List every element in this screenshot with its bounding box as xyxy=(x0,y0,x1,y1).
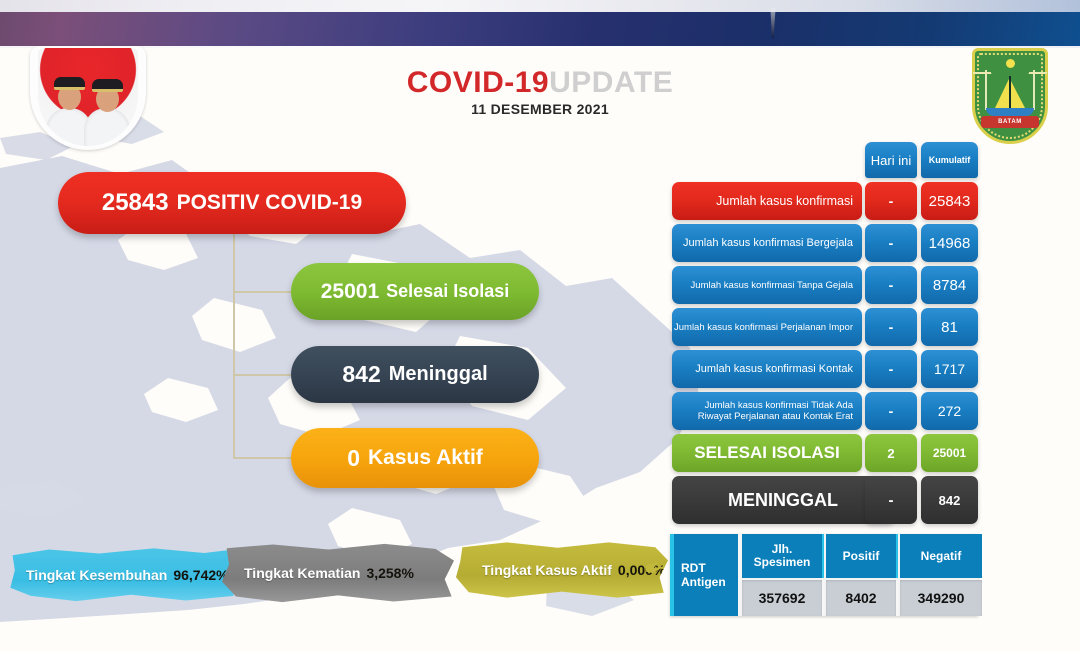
table-row[interactable]: Jumlah kasus konfirmasi Tidak Ada Riwaya… xyxy=(672,392,978,430)
rdt-value-positive: 8402 xyxy=(826,580,898,616)
active-rate-banner: Tingkat Kasus Aktif 0,000% xyxy=(456,542,668,598)
stat-row-cumulative: 14968 xyxy=(921,224,978,262)
banner-streak xyxy=(770,8,776,38)
stat-row-today: 2 xyxy=(865,434,917,472)
rdt-column-header-positive: Positif xyxy=(826,534,898,578)
page-title-primary: COVID-19 xyxy=(406,66,550,99)
summary-card-deaths-label: Meninggal xyxy=(388,363,488,385)
stat-row-label: MENINGGAL xyxy=(672,476,894,524)
stat-row-today: - xyxy=(865,266,917,304)
recovery-rate-value: 96,742% xyxy=(173,567,229,583)
stat-row-today: - xyxy=(865,392,917,430)
summary-card-active-value: 0 xyxy=(347,444,361,471)
stat-row-cumulative: 25843 xyxy=(921,182,978,220)
stat-row-label: Jumlah kasus konfirmasi Tidak Ada Riwaya… xyxy=(672,392,862,430)
stat-row-cumulative: 25001 xyxy=(921,434,978,472)
table-row[interactable]: Jumlah kasus konfirmasi Tanpa Gejala - 8… xyxy=(672,266,978,304)
stat-row-label: Jumlah kasus konfirmasi xyxy=(672,182,862,220)
stat-row-cumulative: 1717 xyxy=(921,350,978,388)
summary-card-deaths-value: 842 xyxy=(342,361,381,387)
stat-row-label: SELESAI ISOLASI xyxy=(672,434,862,472)
rdt-value-specimens: 357692 xyxy=(742,580,824,616)
recovery-rate-banner: Tingkat Kesembuhan 96,742% xyxy=(10,548,234,602)
banner-highlight xyxy=(0,0,1080,12)
page-title: COVID-19UPDATE xyxy=(0,66,1080,100)
stat-row-cumulative: 81 xyxy=(921,308,978,346)
rdt-value-negative: 349290 xyxy=(900,580,982,616)
death-rate-label: Tingkat Kematian xyxy=(244,565,361,581)
table-row[interactable]: Jumlah kasus konfirmasi Perjalanan Impor… xyxy=(672,308,978,346)
summary-card-active[interactable]: 0 Kasus Aktif xyxy=(291,428,539,488)
summary-card-deaths[interactable]: 842 Meninggal xyxy=(291,346,539,403)
stat-table-header-row: Hari ini Kumulatif xyxy=(672,142,978,178)
summary-card-positive[interactable]: 25843 POSITIV COVID-19 xyxy=(58,172,406,234)
active-rate-value: 0,000% xyxy=(617,562,666,578)
stat-row-cumulative: 8784 xyxy=(921,266,978,304)
stat-row-label: Jumlah kasus konfirmasi Kontak xyxy=(672,350,862,388)
summary-card-recovered-value: 25001 xyxy=(320,279,380,303)
active-rate-label: Tingkat Kasus Aktif xyxy=(482,562,612,578)
connector-branch-active xyxy=(233,457,291,459)
connector-branch-deaths xyxy=(233,374,291,376)
rdt-row-name: RDT Antigen xyxy=(674,534,740,616)
stat-row-today: - xyxy=(865,476,917,524)
stat-row-today: - xyxy=(865,308,917,346)
stat-row-cumulative: 842 xyxy=(921,476,978,524)
page-title-secondary: UPDATE xyxy=(549,66,674,99)
stat-table: Hari ini Kumulatif Jumlah kasus konfirma… xyxy=(672,142,978,528)
stat-row-label: Jumlah kasus konfirmasi Perjalanan Impor xyxy=(672,308,862,346)
summary-card-active-label: Kasus Aktif xyxy=(368,446,483,469)
recovery-rate-label: Tingkat Kesembuhan xyxy=(26,567,168,583)
table-row[interactable]: Jumlah kasus konfirmasi - 25843 xyxy=(672,182,978,220)
dashboard-root: BATAM COVID-19UPDATE 11 DESEMBER 2021 25… xyxy=(0,0,1080,652)
page-date: 11 DESEMBER 2021 xyxy=(471,101,609,117)
stat-header-cumulative: Kumulatif xyxy=(921,142,978,178)
death-rate-value: 3,258% xyxy=(366,565,414,581)
summary-card-positive-label: POSITIV COVID-19 xyxy=(176,191,363,214)
stat-row-label: Jumlah kasus konfirmasi Tanpa Gejala xyxy=(672,266,862,304)
table-row[interactable]: MENINGGAL - 842 xyxy=(672,476,978,524)
stat-row-today: - xyxy=(865,182,917,220)
connector-vertical xyxy=(233,233,235,458)
stat-row-today: - xyxy=(865,350,917,388)
connector-branch-recovered xyxy=(233,291,291,293)
table-row[interactable]: Jumlah kasus konfirmasi Kontak - 1717 xyxy=(672,350,978,388)
summary-card-positive-value: 25843 xyxy=(101,189,169,216)
stat-row-label: Jumlah kasus konfirmasi Bergejala xyxy=(672,224,862,262)
stat-row-today: - xyxy=(865,224,917,262)
stat-row-cumulative: 272 xyxy=(921,392,978,430)
table-row[interactable]: SELESAI ISOLASI 2 25001 xyxy=(672,434,978,472)
death-rate-banner: Tingkat Kematian 3,258% xyxy=(222,543,454,603)
rdt-antigen-table: RDT Antigen Jlh. Spesimen Positif Negati… xyxy=(670,534,982,616)
rdt-column-header-specimens: Jlh. Spesimen xyxy=(742,534,824,578)
crest-ribbon-label: BATAM xyxy=(981,116,1039,128)
summary-card-recovered[interactable]: 25001 Selesai Isolasi xyxy=(291,263,539,320)
rdt-column-header-negative: Negatif xyxy=(900,534,982,578)
stat-header-today: Hari ini xyxy=(865,142,917,178)
table-row[interactable]: Jumlah kasus konfirmasi Bergejala - 1496… xyxy=(672,224,978,262)
summary-card-recovered-label: Selesai Isolasi xyxy=(386,281,510,301)
